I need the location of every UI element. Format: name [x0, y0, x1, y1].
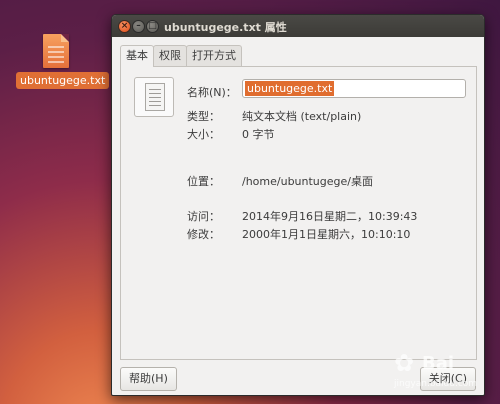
- help-button[interactable]: 帮助(H): [120, 367, 177, 391]
- accessed-value: 2014年9月16日星期二，10:39:43: [242, 210, 418, 223]
- type-label: 类型：: [187, 110, 220, 123]
- name-input-selected-text: ubuntugege.txt: [245, 81, 335, 96]
- file-icon-button[interactable]: [134, 77, 174, 117]
- watermark-url: jingyan.baidu.com: [394, 379, 478, 389]
- tab-permissions[interactable]: 权限: [153, 45, 187, 66]
- tab-bar: 基本 权限 打开方式: [120, 45, 242, 67]
- name-input[interactable]: ubuntugege.txt: [242, 79, 466, 98]
- tab-basic[interactable]: 基本: [120, 45, 154, 67]
- watermark-logo-text: Bai: [422, 353, 455, 374]
- type-value: 纯文本文档 (text/plain): [242, 110, 362, 123]
- desktop-file-label: ubuntugege.txt: [16, 72, 110, 89]
- desktop-file-icon[interactable]: ubuntugege.txt: [16, 34, 110, 89]
- modified-label: 修改：: [187, 228, 220, 241]
- accessed-label: 访问：: [187, 210, 220, 223]
- maximize-icon: □: [148, 21, 157, 31]
- properties-dialog: × – □ ubuntugege.txt 属性 基本 权限 打开方式 名称(N)…: [111, 14, 485, 396]
- basic-panel: 名称(N)： ubuntugege.txt 类型： 纯文本文档 (text/pl…: [120, 66, 477, 360]
- window-maximize-button[interactable]: □: [146, 20, 159, 33]
- baidu-watermark: ✿ Bai jingyan.baidu.com: [386, 347, 490, 397]
- modified-value: 2000年1月1日星期六，10:10:10: [242, 228, 411, 241]
- size-value: 0 字节: [242, 128, 275, 141]
- location-label: 位置：: [187, 175, 220, 188]
- window-minimize-button[interactable]: –: [132, 20, 145, 33]
- location-value: /home/ubuntugege/桌面: [242, 175, 373, 188]
- text-document-icon: [145, 83, 165, 111]
- window-title: ubuntugege.txt 属性: [164, 21, 287, 34]
- close-icon: ×: [120, 21, 129, 31]
- size-label: 大小：: [187, 128, 220, 141]
- paw-icon: ✿: [394, 349, 415, 377]
- text-file-icon: [43, 34, 69, 68]
- window-close-button[interactable]: ×: [118, 20, 131, 33]
- name-label: 名称(N)：: [187, 86, 237, 99]
- tab-open-with[interactable]: 打开方式: [186, 45, 242, 66]
- minimize-icon: –: [136, 21, 141, 31]
- title-bar[interactable]: × – □ ubuntugege.txt 属性: [112, 15, 484, 37]
